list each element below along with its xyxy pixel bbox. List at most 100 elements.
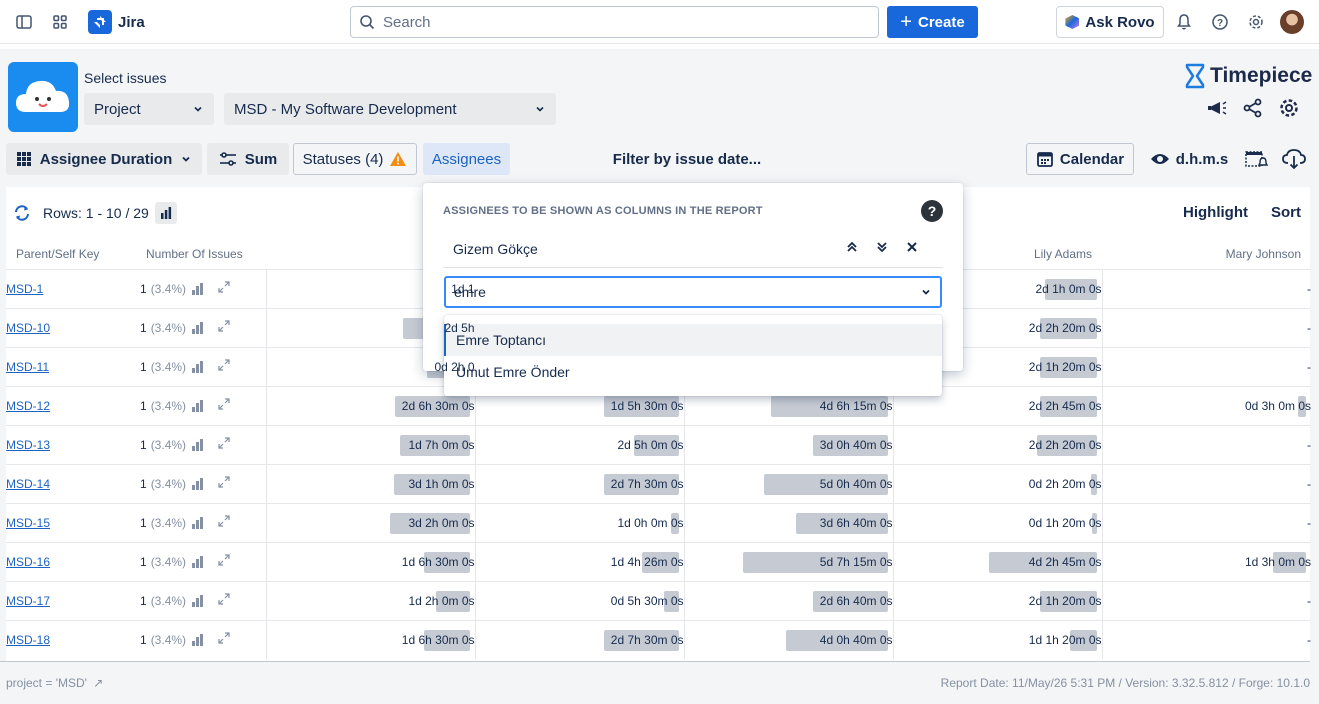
jira-home-link[interactable]: Jira bbox=[80, 10, 145, 34]
refresh-icon[interactable] bbox=[12, 204, 32, 222]
bar-chart-icon[interactable] bbox=[192, 594, 204, 607]
duration-cell[interactable]: - bbox=[1101, 424, 1311, 464]
duration-cell[interactable]: 0d 3h 0m 0s bbox=[1101, 385, 1311, 425]
column-header[interactable]: Parent/Self Key bbox=[6, 240, 136, 269]
assignee-option[interactable]: Emre Toptancı bbox=[444, 324, 942, 356]
share-icon[interactable] bbox=[1242, 97, 1264, 119]
column-header[interactable]: Mary Johnson bbox=[1102, 240, 1311, 269]
move-to-bottom-icon[interactable] bbox=[875, 240, 889, 254]
expand-icon[interactable] bbox=[217, 397, 231, 414]
calendar-button[interactable]: Calendar bbox=[1026, 143, 1134, 175]
duration-cell[interactable]: 3d 0h 40m 0s bbox=[683, 424, 893, 464]
search-input[interactable]: Search bbox=[350, 6, 879, 38]
duration-cell[interactable]: 2d 7h 30m 0s bbox=[474, 463, 684, 503]
issue-key-link[interactable]: MSD-12 bbox=[6, 399, 50, 413]
cloud-download-icon[interactable] bbox=[1281, 148, 1307, 175]
project-select[interactable]: MSD - My Software Development bbox=[224, 93, 556, 125]
expand-icon[interactable] bbox=[217, 553, 231, 570]
chevron-down-icon[interactable] bbox=[920, 286, 932, 298]
issue-key-link[interactable]: MSD-16 bbox=[6, 555, 50, 569]
help-icon[interactable]: ? bbox=[921, 200, 943, 222]
duration-cell[interactable]: 2d 7h 30m 0s bbox=[474, 619, 684, 659]
bar-chart-icon[interactable] bbox=[192, 282, 204, 295]
duration-cell[interactable]: 1d 2h 0m 0s bbox=[265, 580, 475, 620]
report-type-dropdown[interactable]: Assignee Duration bbox=[6, 143, 202, 175]
duration-cell[interactable]: - bbox=[1101, 268, 1311, 308]
issue-key-link[interactable]: MSD-11 bbox=[6, 360, 49, 374]
bar-chart-icon[interactable] bbox=[192, 438, 204, 451]
app-switcher-icon[interactable] bbox=[46, 8, 74, 36]
user-avatar[interactable] bbox=[1280, 10, 1304, 34]
sum-button[interactable]: Sum bbox=[207, 143, 289, 175]
duration-cell[interactable]: 4d 2h 45m 0s bbox=[892, 541, 1102, 581]
settings-icon[interactable] bbox=[1242, 8, 1270, 36]
issue-key-link[interactable]: MSD-1 bbox=[6, 282, 43, 296]
duration-format-button[interactable]: d.h.m.s bbox=[1148, 143, 1230, 175]
scheduled-report-icon[interactable] bbox=[1244, 148, 1270, 175]
duration-cell[interactable]: - bbox=[1101, 619, 1311, 659]
expand-icon[interactable] bbox=[217, 358, 231, 375]
filter-by-date-button[interactable]: Filter by issue date... bbox=[610, 143, 764, 175]
expand-icon[interactable] bbox=[217, 514, 231, 531]
issue-key-link[interactable]: MSD-13 bbox=[6, 438, 50, 452]
expand-icon[interactable] bbox=[217, 436, 231, 453]
duration-cell[interactable]: 0d 2h 20m 0s bbox=[892, 463, 1102, 503]
expand-icon[interactable] bbox=[217, 280, 231, 297]
announcement-icon[interactable] bbox=[1206, 97, 1228, 119]
assignees-button[interactable]: Assignees bbox=[423, 143, 510, 175]
duration-cell[interactable]: 3d 6h 40m 0s bbox=[683, 502, 893, 542]
bar-chart-icon[interactable] bbox=[192, 399, 204, 412]
issue-key-link[interactable]: MSD-17 bbox=[6, 594, 50, 608]
bar-chart-icon[interactable] bbox=[192, 633, 204, 646]
duration-cell[interactable]: 0d 5h 30m 0s bbox=[474, 580, 684, 620]
assignee-option[interactable]: Umut Emre Önder bbox=[444, 356, 942, 388]
duration-cell[interactable]: 1d 0h 0m 0s bbox=[474, 502, 684, 542]
move-to-top-icon[interactable] bbox=[845, 240, 859, 254]
notifications-icon[interactable] bbox=[1170, 8, 1198, 36]
duration-cell[interactable]: 4d 0h 40m 0s bbox=[683, 619, 893, 659]
duration-cell[interactable]: 1d 3h 0m 0s bbox=[1101, 541, 1311, 581]
chart-toggle-icon[interactable] bbox=[154, 202, 177, 224]
duration-cell[interactable]: - bbox=[1101, 502, 1311, 542]
jql-query[interactable]: project = 'MSD' ↗ bbox=[6, 676, 103, 690]
duration-cell[interactable]: - bbox=[1101, 346, 1311, 386]
duration-cell[interactable]: 5d 7h 15m 0s bbox=[683, 541, 893, 581]
issue-key-link[interactable]: MSD-14 bbox=[6, 477, 50, 491]
expand-icon[interactable] bbox=[217, 319, 231, 336]
duration-cell[interactable]: 3d 2h 0m 0s bbox=[265, 502, 475, 542]
issue-key-link[interactable]: MSD-10 bbox=[6, 321, 50, 335]
sort-button[interactable]: Sort bbox=[1271, 204, 1301, 221]
highlight-button[interactable]: Highlight bbox=[1183, 204, 1248, 221]
app-settings-icon[interactable] bbox=[1278, 97, 1300, 119]
remove-icon[interactable] bbox=[905, 240, 919, 254]
bar-chart-icon[interactable] bbox=[192, 555, 204, 568]
column-header[interactable]: Number Of Issues bbox=[136, 240, 266, 269]
issue-source-select[interactable]: Project bbox=[84, 93, 214, 125]
duration-cell[interactable]: 1d 6h 30m 0s bbox=[265, 541, 475, 581]
duration-cell[interactable]: - bbox=[1101, 580, 1311, 620]
duration-cell[interactable]: 2d 5h 0m 0s bbox=[474, 424, 684, 464]
duration-cell[interactable]: 2d 6h 40m 0s bbox=[683, 580, 893, 620]
duration-cell[interactable]: 1d 4h 26m 0s bbox=[474, 541, 684, 581]
bar-chart-icon[interactable] bbox=[192, 477, 204, 490]
duration-cell[interactable]: 3d 1h 0m 0s bbox=[265, 463, 475, 503]
issue-key-link[interactable]: MSD-18 bbox=[6, 633, 50, 647]
statuses-button[interactable]: Statuses (4) bbox=[293, 143, 417, 175]
ask-rovo-button[interactable]: Ask Rovo bbox=[1056, 6, 1164, 38]
expand-icon[interactable] bbox=[217, 592, 231, 609]
duration-cell[interactable]: 1d 1h 20m 0s bbox=[892, 619, 1102, 659]
create-button[interactable]: + Create bbox=[887, 6, 978, 38]
duration-cell[interactable]: - bbox=[1101, 463, 1311, 503]
expand-icon[interactable] bbox=[217, 475, 231, 492]
bar-chart-icon[interactable] bbox=[192, 516, 204, 529]
assignee-search-input[interactable]: emre bbox=[444, 276, 942, 308]
duration-cell[interactable]: 2d 2h 20m 0s bbox=[892, 424, 1102, 464]
expand-icon[interactable] bbox=[217, 631, 231, 648]
duration-cell[interactable]: 2d 1h 20m 0s bbox=[892, 580, 1102, 620]
duration-cell[interactable]: - bbox=[1101, 307, 1311, 347]
duration-cell[interactable]: 5d 0h 40m 0s bbox=[683, 463, 893, 503]
help-icon[interactable]: ? bbox=[1206, 8, 1234, 36]
duration-cell[interactable]: 0d 1h 20m 0s bbox=[892, 502, 1102, 542]
bar-chart-icon[interactable] bbox=[192, 360, 204, 373]
duration-cell[interactable]: 1d 7h 0m 0s bbox=[265, 424, 475, 464]
